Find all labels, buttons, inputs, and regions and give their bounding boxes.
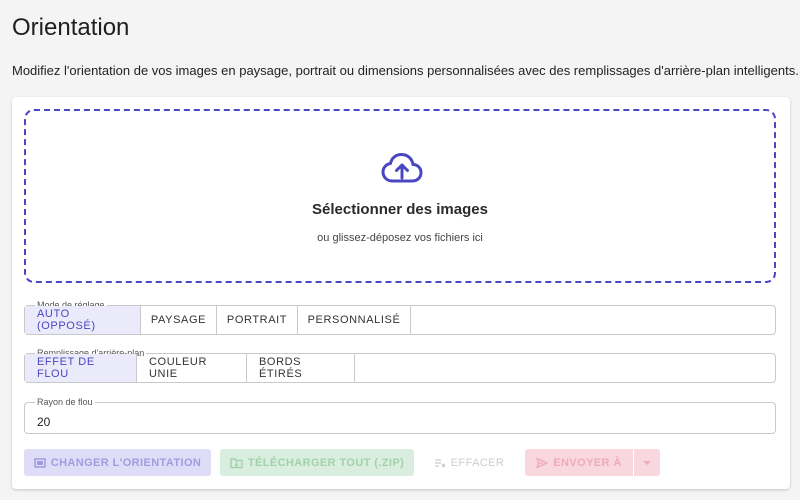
- rotate-icon: [33, 457, 46, 468]
- mode-option-personnalise[interactable]: PERSONNALISÉ: [298, 306, 411, 334]
- clear-button[interactable]: EFFACER: [424, 449, 514, 476]
- clear-list-icon: [434, 458, 446, 467]
- fill-option-flou[interactable]: EFFET DE FLOU: [25, 354, 137, 382]
- change-orientation-button[interactable]: CHANGER L'ORIENTATION: [24, 449, 211, 476]
- fill-option-bords-etires[interactable]: BORDS ÉTIRÉS: [247, 354, 355, 382]
- blur-radius-input[interactable]: [37, 415, 237, 429]
- blur-radius-legend: Rayon de flou: [35, 396, 95, 408]
- clear-label: EFFACER: [450, 456, 505, 469]
- fill-option-couleur-unie[interactable]: COULEUR UNIE: [137, 354, 247, 382]
- download-zip-label: TÉLÉCHARGER TOUT (.ZIP): [247, 456, 405, 469]
- fill-fieldset: Remplissage d'arrière-plan EFFET DE FLOU…: [24, 347, 776, 383]
- page-description: Modifiez l'orientation de vos images en …: [12, 63, 799, 78]
- dropzone-subtitle: ou glissez-déposez vos fichiers ici: [317, 232, 483, 244]
- mode-fieldset: Mode de réglage AUTO (OPPOSÉ) PAYSAGE PO…: [24, 299, 776, 335]
- mode-option-portrait[interactable]: PORTRAIT: [217, 306, 298, 334]
- image-dropzone[interactable]: Sélectionner des images ou glissez-dépos…: [24, 109, 776, 283]
- send-to-button[interactable]: ENVOYER À: [525, 449, 633, 476]
- page-title: Orientation: [12, 14, 130, 41]
- mode-option-paysage[interactable]: PAYSAGE: [141, 306, 217, 334]
- dropzone-title: Sélectionner des images: [312, 201, 488, 218]
- folder-zip-icon: [230, 457, 243, 468]
- download-zip-button[interactable]: TÉLÉCHARGER TOUT (.ZIP): [220, 449, 414, 476]
- mode-option-auto[interactable]: AUTO (OPPOSÉ): [25, 306, 141, 334]
- orientation-card: Sélectionner des images ou glissez-dépos…: [12, 97, 790, 489]
- send-icon: [536, 457, 548, 468]
- cloud-upload-icon: [381, 153, 423, 183]
- caret-down-icon: [643, 460, 651, 465]
- send-to-label: ENVOYER À: [553, 456, 622, 469]
- change-orientation-label: CHANGER L'ORIENTATION: [50, 456, 202, 469]
- mode-toggle-group: AUTO (OPPOSÉ) PAYSAGE PORTRAIT PERSONNAL…: [25, 306, 411, 334]
- fill-toggle-group: EFFET DE FLOU COULEUR UNIE BORDS ÉTIRÉS: [25, 354, 355, 382]
- blur-radius-field[interactable]: Rayon de flou: [24, 396, 776, 434]
- send-to-dropdown-button[interactable]: [634, 449, 660, 476]
